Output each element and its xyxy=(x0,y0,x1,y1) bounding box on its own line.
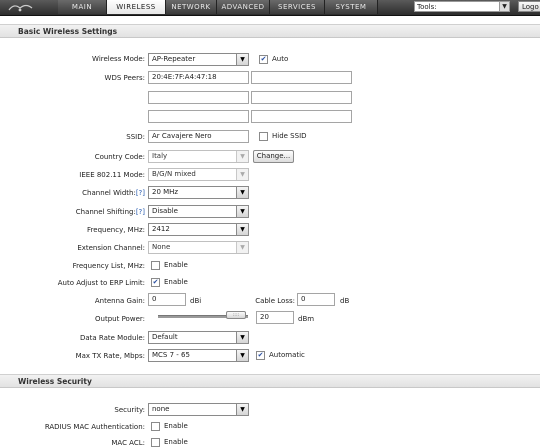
auto-checkbox[interactable]: ✔ xyxy=(259,55,268,64)
wds-peer-field-6[interactable] xyxy=(251,110,352,123)
max-tx-rate-select[interactable]: MCS 7 - 65 ▼ xyxy=(148,349,249,362)
max-tx-rate-value: MCS 7 - 65 xyxy=(152,351,190,359)
country-code-value: Italy xyxy=(152,152,168,160)
max-tx-rate-label: Max TX Rate, Mbps: xyxy=(75,352,145,360)
channel-width-value: 20 MHz xyxy=(152,188,179,196)
automatic-label: Automatic xyxy=(269,351,305,359)
ubiquiti-logo-icon xyxy=(8,4,33,12)
wds-peer-field-1[interactable]: 20:4E:7F:A4:47:18 xyxy=(148,71,249,84)
channel-shifting-label: Channel Shifting:[?] xyxy=(76,208,145,216)
wireless-mode-value: AP-Repeater xyxy=(152,55,196,63)
output-power-unit: dBm xyxy=(298,315,315,323)
frequency-list-label: Frequency List, MHz: xyxy=(72,262,145,270)
logout-button[interactable]: Logo xyxy=(518,1,540,12)
wds-peers-label: WDS Peers: xyxy=(104,74,145,82)
ssid-input[interactable]: Ar Cavajere Nero xyxy=(148,130,249,143)
chevron-down-icon: ▼ xyxy=(236,54,248,65)
channel-shifting-select[interactable]: Disable ▼ xyxy=(148,205,249,218)
automatic-checkbox[interactable]: ✔ xyxy=(256,351,265,360)
country-code-select[interactable]: Italy ▼ xyxy=(148,150,249,163)
chevron-down-icon: ▼ xyxy=(499,2,509,11)
chevron-down-icon: ▼ xyxy=(236,404,248,415)
ssid-label: SSID: xyxy=(126,133,145,141)
country-code-label: Country Code: xyxy=(94,153,145,161)
frequency-label: Frequency, MHz: xyxy=(87,226,145,234)
output-power-label: Output Power: xyxy=(95,315,145,323)
data-rate-module-select[interactable]: Default ▼ xyxy=(148,331,249,344)
radius-mac-checkbox[interactable] xyxy=(151,422,160,431)
top-nav-bar: MAIN WIRELESS NETWORK ADVANCED SERVICES … xyxy=(0,0,540,16)
tab-network[interactable]: NETWORK xyxy=(166,0,217,14)
channel-shifting-value: Disable xyxy=(152,207,178,215)
output-power-slider-thumb[interactable]: :::: xyxy=(226,311,246,319)
ieee-mode-value: B/G/N mixed xyxy=(152,170,196,178)
antenna-gain-unit: dBi xyxy=(190,297,202,305)
channel-width-label: Channel Width:[?] xyxy=(82,189,145,197)
section-header-security: Wireless Security xyxy=(0,374,540,388)
mac-acl-label: MAC ACL: xyxy=(111,439,145,447)
tab-wireless[interactable]: WIRELESS xyxy=(107,0,166,14)
channel-width-help-link[interactable]: [?] xyxy=(136,189,145,197)
cable-loss-input[interactable]: 0 xyxy=(297,293,335,306)
security-value: none xyxy=(152,405,170,413)
erp-limit-label: Auto Adjust to ERP Limit: xyxy=(57,279,145,287)
tools-select[interactable]: Tools: ▼ xyxy=(414,1,510,12)
output-power-input[interactable]: 20 xyxy=(256,311,294,324)
antenna-gain-label: Antenna Gain: xyxy=(94,297,145,305)
section-header-basic: Basic Wireless Settings xyxy=(0,24,540,38)
chevron-down-icon: ▼ xyxy=(236,187,248,198)
tab-main[interactable]: MAIN xyxy=(58,0,107,14)
channel-width-label-text: Channel Width: xyxy=(82,189,136,197)
frequency-select[interactable]: 2412 ▼ xyxy=(148,223,249,236)
mac-acl-enable-label: Enable xyxy=(164,438,188,446)
extension-channel-label: Extension Channel: xyxy=(77,244,145,252)
cable-loss-label: Cable Loss: xyxy=(255,297,295,305)
extension-channel-select[interactable]: None ▼ xyxy=(148,241,249,254)
auto-label: Auto xyxy=(272,55,289,63)
security-select[interactable]: none ▼ xyxy=(148,403,249,416)
chevron-down-icon: ▼ xyxy=(236,242,248,253)
wds-peer-field-2[interactable] xyxy=(251,71,352,84)
wireless-mode-label: Wireless Mode: xyxy=(92,55,145,63)
hide-ssid-checkbox[interactable] xyxy=(259,132,268,141)
wireless-mode-select[interactable]: AP-Repeater ▼ xyxy=(148,53,249,66)
channel-width-select[interactable]: 20 MHz ▼ xyxy=(148,186,249,199)
security-label: Security: xyxy=(114,406,145,414)
tab-advanced[interactable]: ADVANCED xyxy=(217,0,270,14)
chevron-down-icon: ▼ xyxy=(236,350,248,361)
mac-acl-checkbox[interactable] xyxy=(151,438,160,447)
tools-label: Tools: xyxy=(417,3,437,11)
ieee-mode-select[interactable]: B/G/N mixed ▼ xyxy=(148,168,249,181)
wds-peer-field-3[interactable] xyxy=(148,91,249,104)
radius-mac-enable-label: Enable xyxy=(164,422,188,430)
data-rate-module-label: Data Rate Module: xyxy=(79,334,145,342)
frequency-list-checkbox[interactable] xyxy=(151,261,160,270)
channel-shifting-label-text: Channel Shifting: xyxy=(75,208,136,216)
tab-services[interactable]: SERVICES xyxy=(270,0,325,14)
chevron-down-icon: ▼ xyxy=(236,206,248,217)
wds-peer-field-4[interactable] xyxy=(251,91,352,104)
chevron-down-icon: ▼ xyxy=(236,332,248,343)
tab-system[interactable]: SYSTEM xyxy=(325,0,378,14)
data-rate-module-value: Default xyxy=(152,333,178,341)
wds-peer-field-5[interactable] xyxy=(148,110,249,123)
chevron-down-icon: ▼ xyxy=(236,151,248,162)
frequency-value: 2412 xyxy=(152,225,170,233)
erp-limit-enable-label: Enable xyxy=(164,278,188,286)
chevron-down-icon: ▼ xyxy=(236,224,248,235)
ieee-mode-label: IEEE 802.11 Mode: xyxy=(79,171,145,179)
extension-channel-value: None xyxy=(152,243,171,251)
frequency-list-enable-label: Enable xyxy=(164,261,188,269)
chevron-down-icon: ▼ xyxy=(236,169,248,180)
radius-mac-label: RADIUS MAC Authentication: xyxy=(44,423,145,431)
antenna-gain-input[interactable]: 0 xyxy=(148,293,186,306)
erp-limit-checkbox[interactable]: ✔ xyxy=(151,278,160,287)
channel-shifting-help-link[interactable]: [?] xyxy=(136,208,145,216)
cable-loss-unit: dB xyxy=(340,297,350,305)
hide-ssid-label: Hide SSID xyxy=(272,132,307,140)
change-country-button[interactable]: Change... xyxy=(253,150,294,163)
